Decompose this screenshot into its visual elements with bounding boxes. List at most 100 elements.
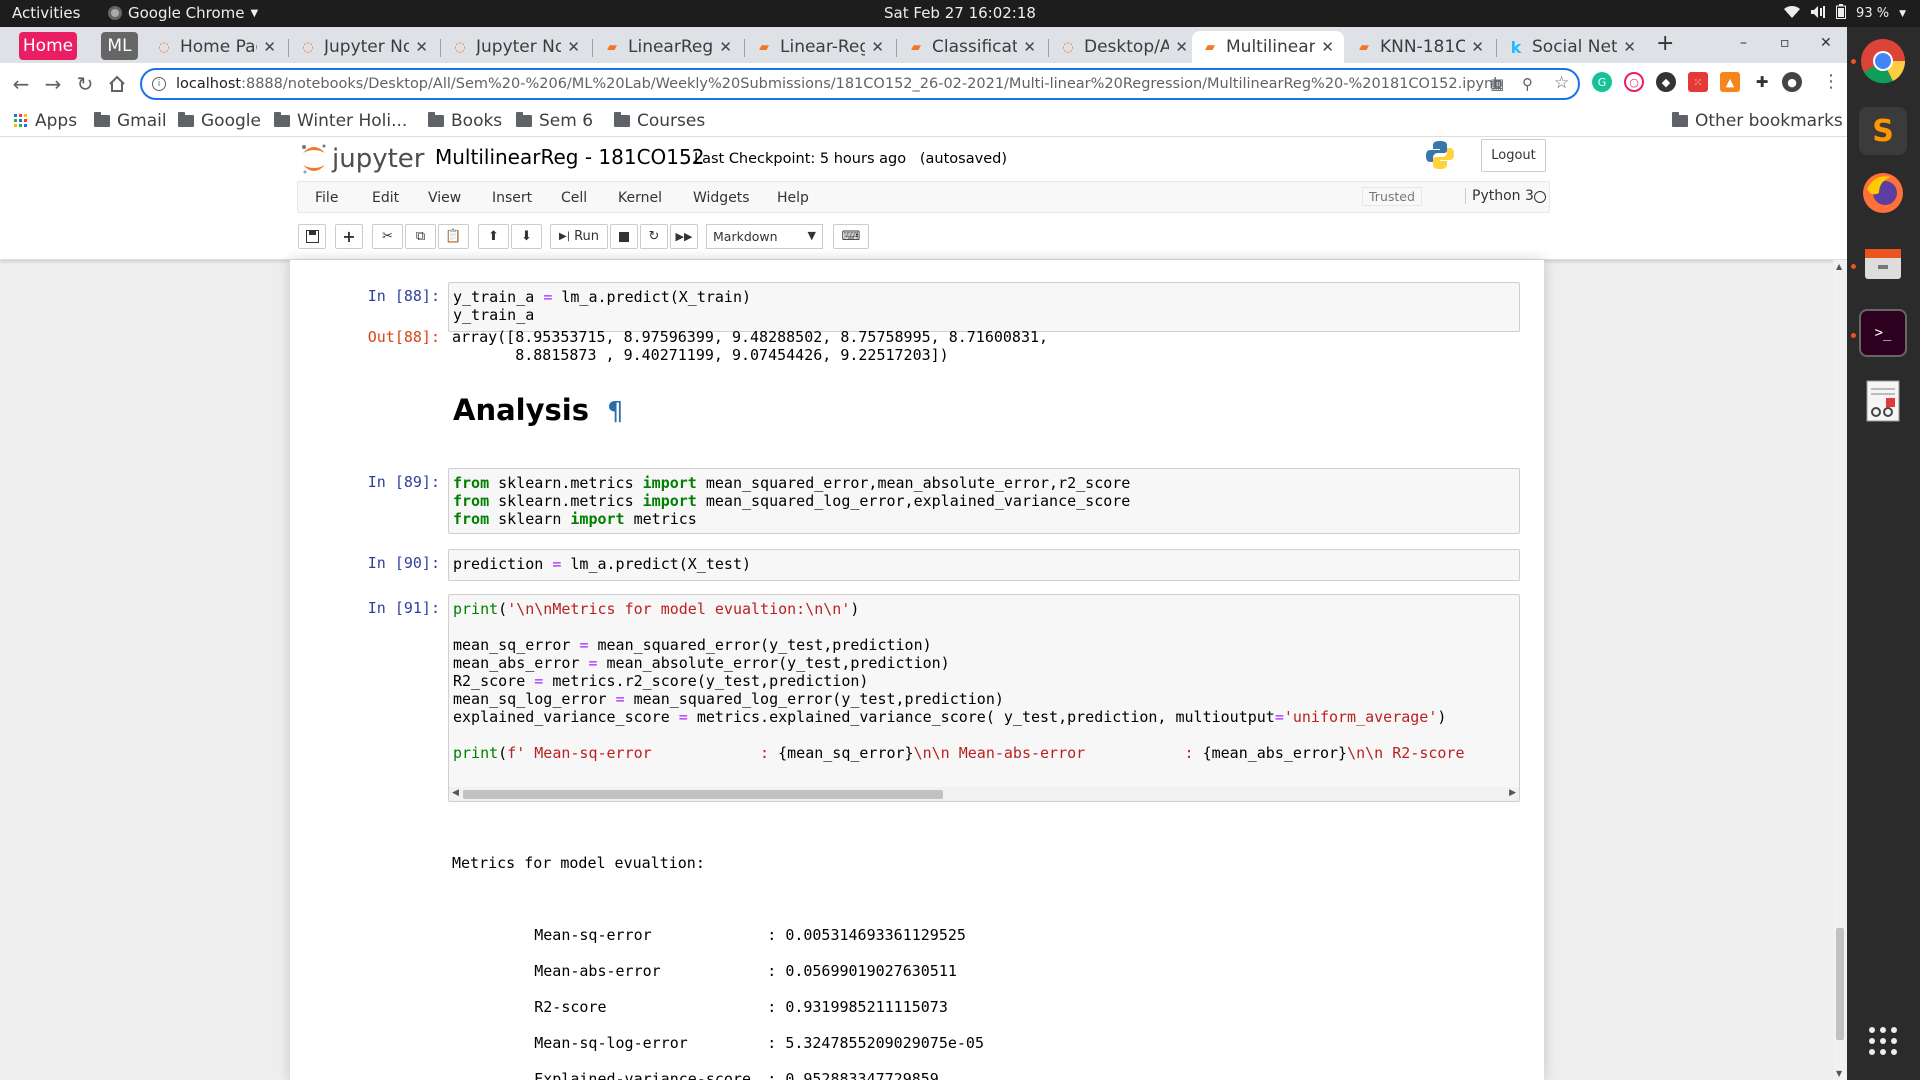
run-button[interactable]: ▶| Run (550, 224, 608, 249)
other-bookmarks[interactable]: Other bookmarks (1672, 111, 1843, 131)
close-icon[interactable]: ✕ (719, 38, 732, 56)
menu-file[interactable]: File (315, 190, 338, 206)
tab-desktop[interactable]: ◌ Desktop/A ✕ (1050, 31, 1198, 63)
bookmark-courses[interactable]: Courses (614, 111, 705, 131)
forward-button[interactable]: → (40, 71, 66, 97)
menu-insert[interactable]: Insert (492, 190, 532, 206)
puzzle-icon[interactable]: ✚ (1752, 72, 1772, 92)
close-icon[interactable]: ✕ (567, 38, 580, 56)
close-icon[interactable]: ✕ (415, 38, 428, 56)
tab-social-network[interactable]: k Social Netv ✕ (1498, 31, 1646, 63)
kernel-name[interactable]: Python 3 (1465, 188, 1534, 204)
restart-run-all-button[interactable]: ▶▶ (670, 224, 698, 249)
extension-icon[interactable]: ◆ (1656, 72, 1676, 92)
menu-widgets[interactable]: Widgets (693, 190, 750, 206)
copy-button[interactable]: ⧉ (405, 224, 436, 249)
more-options-icon[interactable]: ⋮ (1822, 71, 1840, 92)
tab-linearreg[interactable]: ▰ LinearReg ✕ (594, 31, 742, 63)
markdown-heading[interactable]: Analysis ¶ (453, 393, 624, 427)
document-viewer-icon[interactable] (1859, 377, 1907, 425)
pinned-tab-ml[interactable]: ML (101, 32, 138, 60)
system-tray[interactable]: 93 % ▼ (1784, 4, 1906, 23)
bookmark-google[interactable]: Google (178, 111, 261, 131)
close-icon[interactable]: ✕ (1471, 38, 1484, 56)
sublime-text-icon[interactable]: S (1859, 107, 1907, 155)
horizontal-scrollbar[interactable]: ◀ ▶ (449, 787, 1519, 801)
jupyter-logo[interactable]: jupyter (300, 143, 424, 175)
restart-button[interactable]: ↻ (640, 224, 668, 249)
scroll-left-icon[interactable]: ◀ (452, 788, 459, 798)
show-applications-icon[interactable] (1859, 1017, 1907, 1065)
close-icon[interactable]: ✕ (1175, 38, 1188, 56)
save-button[interactable] (298, 224, 326, 249)
command-palette-button[interactable]: ⌨ (833, 224, 869, 249)
reload-button[interactable]: ↻ (72, 71, 98, 97)
interrupt-button[interactable] (610, 224, 638, 249)
cell-type-select[interactable]: Markdown ▼ (706, 224, 823, 249)
tab-jupyter-2[interactable]: ◌ Jupyter No ✕ (442, 31, 590, 63)
close-icon[interactable]: ✕ (871, 38, 884, 56)
menu-cell[interactable]: Cell (561, 190, 587, 206)
close-icon[interactable]: ✕ (1321, 38, 1334, 56)
qr-code-icon[interactable]: ▦ (1490, 75, 1504, 93)
profile-avatar[interactable]: ● (1782, 72, 1802, 92)
paste-button[interactable]: 📋 (438, 224, 469, 249)
scroll-right-icon[interactable]: ▶ (1509, 788, 1516, 798)
anchor-link[interactable]: ¶ (607, 397, 624, 427)
minimize-button[interactable]: – (1740, 35, 1747, 51)
zoom-icon[interactable]: ⚲ (1522, 75, 1533, 93)
tab-home-page[interactable]: ◌ Home Page ✕ (146, 31, 286, 63)
scroll-up-icon[interactable]: ▲ (1836, 262, 1842, 271)
code-cell[interactable]: print('\n\nMetrics for model evualtion:\… (448, 594, 1520, 802)
move-up-button[interactable]: ⬆ (478, 224, 509, 249)
menu-view[interactable]: View (428, 190, 461, 206)
terminal-icon[interactable]: >_ (1859, 309, 1907, 357)
tab-knn[interactable]: ▰ KNN-181C ✕ (1346, 31, 1494, 63)
notebook-title[interactable]: MultilinearReg - 181CO152 (435, 145, 704, 169)
home-button[interactable] (104, 71, 130, 97)
page-scrollbar[interactable]: ▲ ▼ (1833, 260, 1847, 1080)
code-cell[interactable]: prediction = lm_a.predict(X_test) (448, 549, 1520, 581)
close-icon[interactable]: ✕ (1623, 38, 1636, 56)
scrollbar-thumb[interactable] (463, 790, 943, 799)
menu-edit[interactable]: Edit (372, 190, 399, 206)
maximize-button[interactable]: ▫ (1780, 35, 1790, 51)
close-icon[interactable]: ✕ (1023, 38, 1036, 56)
info-icon[interactable]: i (152, 77, 166, 91)
firefox-icon[interactable] (1859, 169, 1907, 217)
bookmark-winter-holi[interactable]: Winter Holi... (274, 111, 407, 131)
grammarly-extension-icon[interactable]: G (1592, 72, 1612, 92)
code-cell[interactable]: from sklearn.metrics import mean_squared… (448, 468, 1520, 534)
move-down-button[interactable]: ⬇ (511, 224, 542, 249)
tab-jupyter-1[interactable]: ◌ Jupyter No ✕ (290, 31, 438, 63)
menu-kernel[interactable]: Kernel (618, 190, 662, 206)
adblock-extension-icon[interactable]: ○ (1624, 72, 1644, 92)
bookmark-gmail[interactable]: Gmail (94, 111, 167, 131)
pinned-tab-home[interactable]: Home (19, 32, 77, 60)
bookmark-apps[interactable]: Apps (14, 111, 77, 131)
close-icon[interactable]: ✕ (263, 38, 276, 56)
trusted-indicator[interactable]: Trusted (1362, 187, 1422, 206)
cut-button[interactable]: ✂ (372, 224, 403, 249)
files-icon[interactable] (1859, 239, 1907, 287)
back-button[interactable]: ← (8, 71, 34, 97)
new-tab-button[interactable]: + (1656, 31, 1674, 56)
scroll-down-icon[interactable]: ▼ (1836, 1069, 1842, 1078)
dice-extension-icon[interactable]: ⁙ (1688, 72, 1708, 92)
tab-multilinear[interactable]: ▰ Multilinear ✕ (1192, 31, 1344, 63)
insert-cell-button[interactable]: + (335, 224, 363, 249)
tab-linear-reg[interactable]: ▰ Linear-Reg ✕ (746, 31, 894, 63)
scrollbar-thumb[interactable] (1836, 928, 1844, 1040)
tab-classification[interactable]: ▰ Classificati ✕ (898, 31, 1046, 63)
code-cell[interactable]: y_train_a = lm_a.predict(X_train) y_trai… (448, 282, 1520, 332)
metamask-extension-icon[interactable]: ▲ (1720, 72, 1740, 92)
menu-help[interactable]: Help (777, 190, 809, 206)
bookmark-star-icon[interactable]: ☆ (1554, 73, 1569, 93)
logout-button[interactable]: Logout (1481, 139, 1546, 172)
address-bar[interactable]: i localhost:8888/notebooks/Desktop/All/S… (140, 68, 1580, 100)
bookmark-books[interactable]: Books (428, 111, 502, 131)
clock[interactable]: Sat Feb 27 16:02:18 (0, 4, 1920, 22)
bookmark-sem6[interactable]: Sem 6 (516, 111, 593, 131)
chrome-dock-icon[interactable] (1859, 37, 1907, 85)
close-window-button[interactable]: ✕ (1820, 35, 1832, 51)
